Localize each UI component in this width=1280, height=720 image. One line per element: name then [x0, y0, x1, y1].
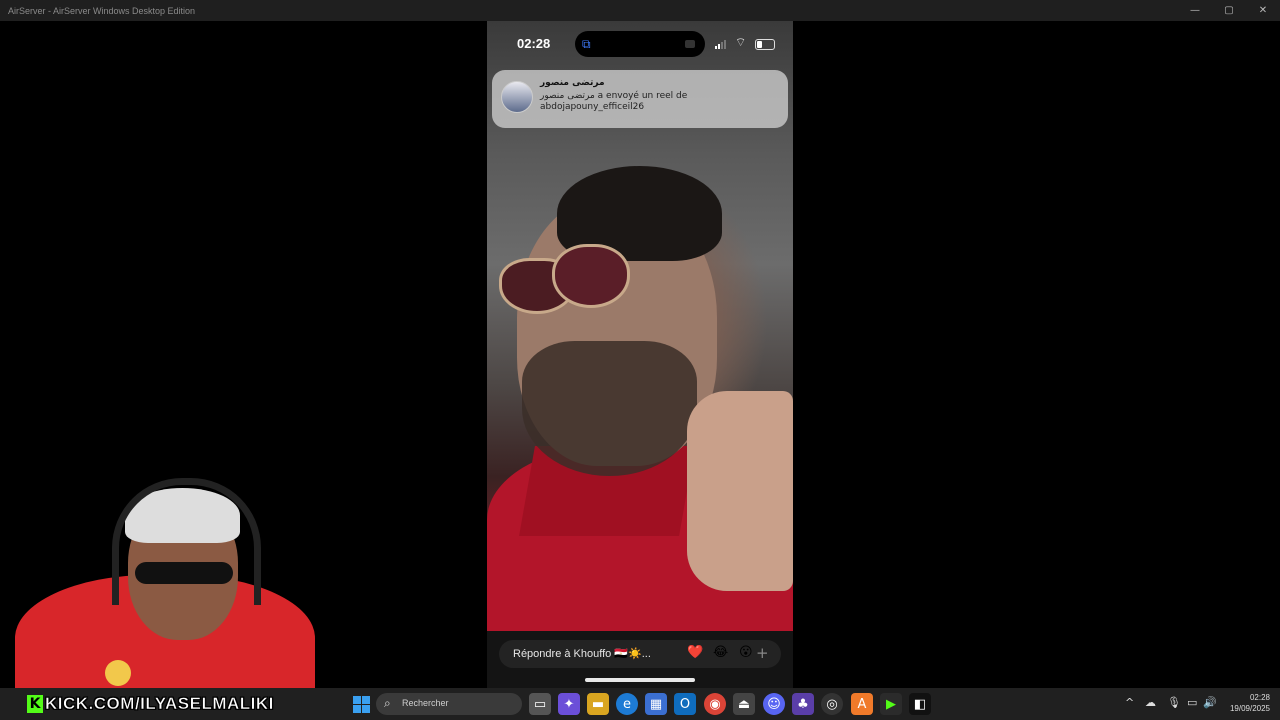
taskbar-clock[interactable]: 02:28 19/09/2025 [1220, 692, 1270, 714]
video-beard [522, 341, 697, 476]
game-controller-icon[interactable]: ♣ [792, 693, 814, 715]
wow-reaction-button[interactable]: 😮 [739, 645, 753, 660]
wifi-icon: ⌔ [735, 35, 747, 49]
screen-mirror-icon: ⧉ [582, 37, 591, 51]
capcut-icon[interactable]: ◧ [909, 693, 931, 715]
notification-sender: مرتضى منصور [540, 78, 605, 88]
phone-screen: 02:28 ⧉ ⌔ مرتضى منصور مرتضى منصور a envo… [487, 21, 793, 688]
microphone-icon[interactable]: 🎙 [1167, 696, 1181, 709]
webcam-overlay [0, 470, 320, 688]
file-explorer-icon[interactable]: ▬ [587, 693, 609, 715]
avatar [501, 81, 533, 113]
window-titlebar: AirServer - AirServer Windows Desktop Ed… [0, 0, 1280, 21]
edge-icon[interactable]: e [616, 693, 638, 715]
status-time: 02:28 [517, 36, 551, 51]
status-bar: 02:28 ⧉ ⌔ [487, 21, 793, 65]
search-placeholder: Rechercher [402, 698, 449, 708]
kick-url: KICK.COM/ILYASELMALIKI [45, 694, 274, 714]
kick-app-icon[interactable]: ▶ [880, 693, 902, 715]
minimize-button[interactable]: — [1178, 0, 1212, 21]
clock-date: 19/09/2025 [1229, 704, 1270, 713]
camera-indicator-icon [685, 40, 695, 48]
kick-logo-icon: K [27, 695, 43, 713]
window-title: AirServer - AirServer Windows Desktop Ed… [8, 5, 196, 16]
kick-channel-overlay: K KICK.COM/ILYASELMALIKI [27, 693, 274, 715]
taskbar-search[interactable]: ⌕ Rechercher [376, 693, 522, 715]
start-button[interactable] [350, 693, 372, 715]
chrome-icon[interactable]: ◉ [704, 693, 726, 715]
add-reaction-button[interactable]: + [756, 644, 769, 662]
close-button[interactable]: ✕ [1246, 0, 1280, 21]
laugh-reaction-button[interactable]: 😂 [713, 645, 728, 660]
volume-icon[interactable]: 🔊 [1203, 696, 1217, 709]
tray-expand-icon[interactable]: ^ [1125, 696, 1134, 709]
clock-time: 02:28 [1249, 693, 1270, 702]
outlook-icon[interactable]: O [674, 693, 696, 715]
search-icon: ⌕ [384, 696, 391, 710]
video-sunglasses-right [552, 244, 630, 308]
network-icon[interactable]: ▭ [1187, 696, 1197, 709]
signal-icon [715, 40, 726, 49]
reply-bar[interactable]: Répondre à Khouffo 🇪🇬☀️... ❤️ 😂 😮 + [499, 640, 781, 668]
dynamic-island[interactable]: ⧉ [575, 31, 705, 57]
discord-icon[interactable]: ☺ [763, 693, 785, 715]
copilot-icon[interactable]: ✦ [558, 693, 580, 715]
reply-input[interactable]: Répondre à Khouffo 🇪🇬☀️... [513, 647, 651, 660]
home-indicator[interactable] [585, 678, 695, 682]
battery-icon [755, 39, 775, 50]
video-hand [687, 391, 793, 591]
notification-banner[interactable]: مرتضى منصور مرتضى منصور a envoyé un reel… [492, 70, 788, 128]
club-crest-icon [105, 660, 131, 686]
app-a-icon[interactable]: A [851, 693, 873, 715]
notification-body: مرتضى منصور a envoyé un reel de abdojapo… [540, 91, 688, 112]
onedrive-icon[interactable]: ☁ [1145, 696, 1156, 709]
airserver-icon[interactable]: ⏏ [733, 693, 755, 715]
obs-icon[interactable]: ◎ [821, 693, 843, 715]
task-view-icon[interactable]: ▭ [529, 693, 551, 715]
heart-reaction-button[interactable]: ❤️ [687, 645, 703, 660]
headset-icon [112, 478, 261, 605]
store-icon[interactable]: ▦ [645, 693, 667, 715]
maximize-button[interactable]: ▢ [1212, 0, 1246, 21]
